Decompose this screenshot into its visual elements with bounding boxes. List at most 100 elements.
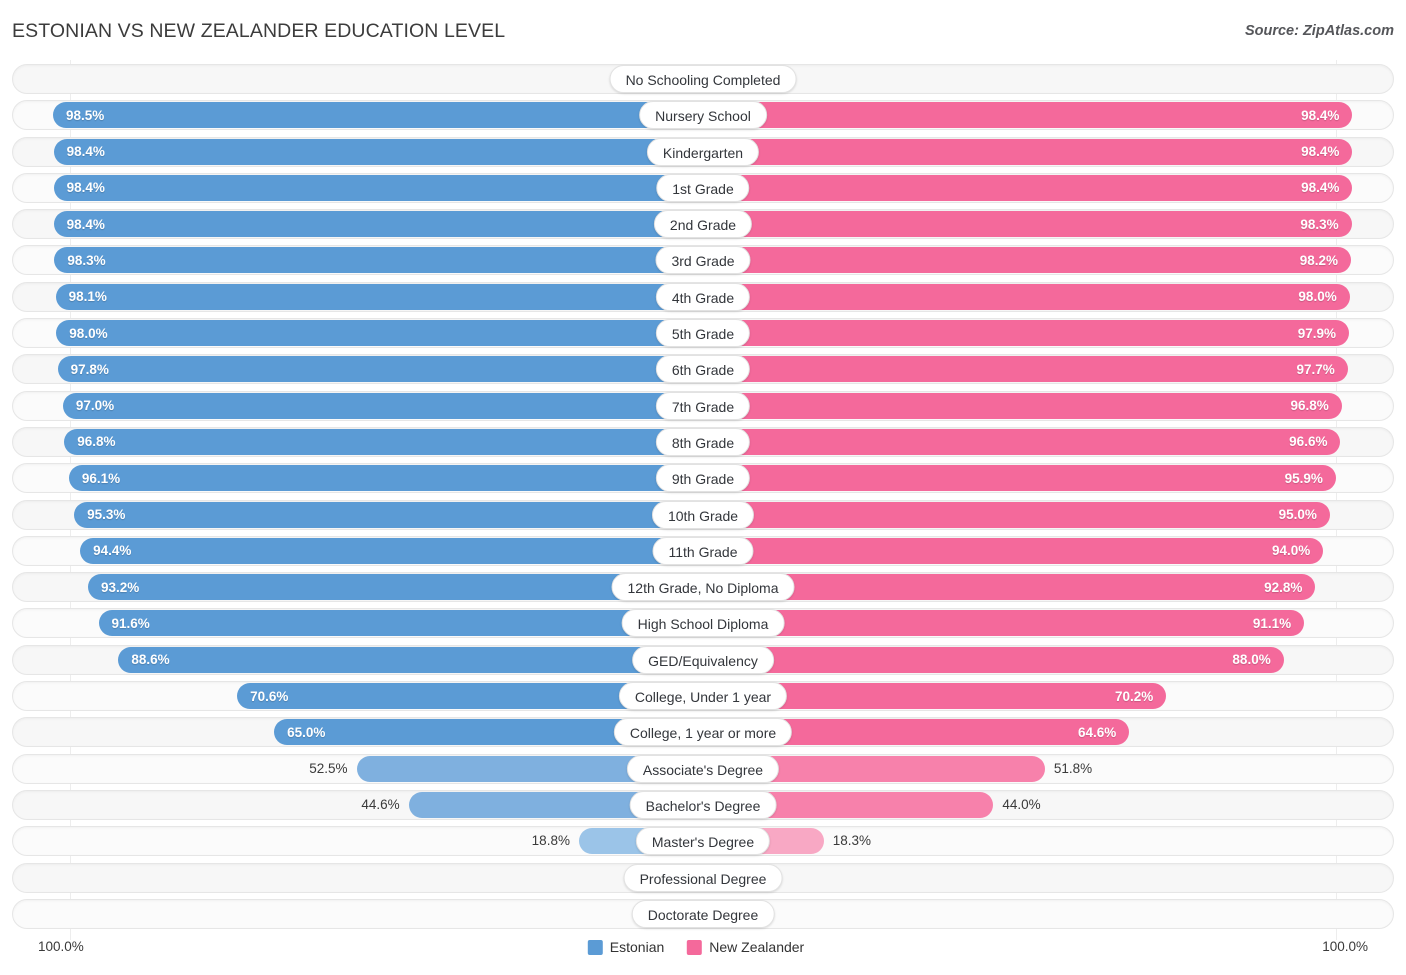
bar-row: 18.8% 18.3% Master's Degree	[12, 826, 1394, 857]
bar-estonian[interactable]: 97.8%	[57, 356, 703, 383]
bar-estonian[interactable]: 91.6%	[98, 610, 703, 637]
category-label: 4th Grade	[655, 282, 751, 311]
bar-half-estonian: 98.0%	[12, 318, 703, 348]
bar-value-new-zealander: 98.3%	[1300, 216, 1339, 232]
bar-half-estonian: 98.1%	[12, 282, 703, 312]
bar-new-zealander[interactable]: 95.0%	[703, 501, 1330, 528]
bar-estonian[interactable]: 96.8%	[64, 428, 703, 455]
chart-header: ESTONIAN VS NEW ZEALANDER EDUCATION LEVE…	[0, 0, 1406, 58]
legend-item[interactable]: New Zealander	[687, 939, 804, 955]
bar-new-zealander[interactable]: 98.3%	[703, 211, 1352, 238]
bar-new-zealander[interactable]: 98.4%	[703, 102, 1353, 129]
bar-half-estonian: 93.2%	[12, 572, 703, 602]
bar-new-zealander[interactable]: 95.9%	[703, 465, 1336, 492]
bar-new-zealander[interactable]: 98.4%	[703, 138, 1353, 165]
legend-swatch-icon	[687, 939, 703, 955]
legend-item[interactable]: Estonian	[587, 939, 664, 955]
bar-half-new-zealander: 88.0%	[703, 645, 1394, 675]
bar-estonian[interactable]: 97.0%	[62, 392, 703, 419]
bar-row: 98.4% 98.3% 2nd Grade	[12, 209, 1394, 240]
category-label: College, 1 year or more	[613, 718, 793, 747]
bar-half-new-zealander: 98.4%	[703, 100, 1394, 130]
bar-half-new-zealander: 98.3%	[703, 209, 1394, 239]
bar-row: 6.0%6.0%Professional Degree	[12, 862, 1394, 893]
bar-new-zealander[interactable]: 97.7%	[703, 356, 1348, 383]
bar-half-new-zealander: 18.3%	[703, 826, 1394, 856]
bar-half-estonian: 52.5%	[12, 754, 703, 784]
bar-estonian[interactable]: 98.0%	[56, 320, 703, 347]
bar-row: 98.0% 97.9% 5th Grade	[12, 318, 1394, 349]
category-label: 2nd Grade	[653, 210, 753, 239]
bar-rows-container: 1.6%1.7%No Schooling Completed 98.5% 98.4%…	[12, 64, 1394, 935]
bar-new-zealander[interactable]: 98.0%	[703, 283, 1350, 310]
bar-row: 65.0% 64.6% College, 1 year or more	[12, 717, 1394, 748]
bar-new-zealander[interactable]: 96.6%	[703, 428, 1341, 455]
bar-half-estonian: 97.8%	[12, 354, 703, 384]
category-label: High School Diploma	[621, 609, 785, 638]
bar-value-estonian: 52.5%	[309, 760, 348, 776]
bar-value-new-zealander: 88.0%	[1232, 652, 1271, 668]
bar-row: 98.1% 98.0% 4th Grade	[12, 281, 1394, 312]
bar-estonian[interactable]: 98.4%	[53, 138, 703, 165]
bar-new-zealander[interactable]: 98.4%	[703, 174, 1353, 201]
bar-row: 98.3% 98.2% 3rd Grade	[12, 245, 1394, 276]
bar-row: 93.2% 92.8% 12th Grade, No Diploma	[12, 572, 1394, 603]
bar-new-zealander[interactable]: 97.9%	[703, 320, 1350, 347]
bar-value-new-zealander: 91.1%	[1252, 615, 1292, 631]
bar-estonian[interactable]: 98.4%	[53, 211, 703, 238]
bar-value-new-zealander: 44.0%	[1002, 796, 1041, 812]
category-label: College, Under 1 year	[618, 682, 788, 711]
bar-value-estonian: 96.1%	[81, 470, 121, 486]
bar-value-new-zealander: 95.0%	[1278, 507, 1317, 523]
bar-estonian[interactable]: 88.6%	[118, 646, 703, 673]
bar-value-estonian: 18.8%	[531, 833, 570, 849]
bar-estonian[interactable]: 98.4%	[53, 174, 703, 201]
bar-row: 95.3% 95.0% 10th Grade	[12, 499, 1394, 530]
bar-row: 1.6%1.7%No Schooling Completed	[12, 64, 1394, 94]
bar-estonian[interactable]: 98.1%	[55, 283, 703, 310]
bar-value-new-zealander: 98.4%	[1301, 107, 1340, 123]
bar-value-estonian: 98.1%	[68, 289, 107, 305]
bar-half-estonian: 65.0%	[12, 717, 703, 747]
bar-value-estonian: 98.4%	[66, 216, 105, 232]
bar-value-estonian: 65.0%	[287, 724, 326, 740]
category-label: No Schooling Completed	[609, 65, 797, 93]
bar-half-new-zealander: 70.2%	[703, 681, 1394, 711]
bar-value-new-zealander: 96.8%	[1290, 398, 1329, 414]
bar-row: 97.0% 96.8% 7th Grade	[12, 390, 1394, 421]
bar-row: 88.6% 88.0% GED/Equivalency	[12, 644, 1394, 675]
category-label: 9th Grade	[655, 464, 751, 493]
bar-new-zealander[interactable]: 92.8%	[703, 574, 1316, 601]
bar-value-new-zealander: 98.4%	[1301, 144, 1340, 160]
bar-row: 97.8% 97.7% 6th Grade	[12, 354, 1394, 385]
bar-half-new-zealander: 92.8%	[703, 572, 1394, 602]
bar-new-zealander[interactable]: 88.0%	[703, 646, 1284, 673]
bar-new-zealander[interactable]: 91.1%	[703, 610, 1305, 637]
page-title: ESTONIAN VS NEW ZEALANDER EDUCATION LEVE…	[12, 20, 506, 42]
bar-estonian[interactable]: 94.4%	[80, 537, 703, 564]
bar-estonian[interactable]: 98.5%	[53, 102, 703, 129]
bar-value-estonian: 93.2%	[100, 579, 140, 595]
bar-new-zealander[interactable]: 94.0%	[703, 537, 1324, 564]
bar-half-estonian: 88.6%	[12, 645, 703, 675]
bar-estonian[interactable]: 95.3%	[74, 501, 703, 528]
bar-value-estonian: 91.6%	[111, 615, 150, 631]
bar-estonian[interactable]: 98.3%	[54, 247, 703, 274]
bar-value-new-zealander: 98.2%	[1299, 252, 1339, 268]
bar-new-zealander[interactable]: 98.2%	[703, 247, 1352, 274]
category-label: Doctorate Degree	[631, 899, 775, 928]
bar-value-new-zealander: 51.8%	[1053, 760, 1093, 776]
bar-half-new-zealander: 44.0%	[703, 790, 1394, 820]
bar-value-estonian: 96.8%	[77, 434, 116, 450]
bar-half-estonian: 98.4%	[12, 173, 703, 203]
bar-new-zealander[interactable]: 96.8%	[703, 392, 1342, 419]
bar-value-estonian: 98.5%	[66, 107, 105, 123]
bar-value-new-zealander: 97.9%	[1297, 325, 1337, 341]
axis-label-right: 100.0%	[1322, 939, 1368, 954]
bar-half-estonian: 18.8%	[12, 826, 703, 856]
chart-page: ESTONIAN VS NEW ZEALANDER EDUCATION LEVE…	[0, 0, 1406, 975]
bar-estonian[interactable]: 96.1%	[68, 465, 703, 492]
bar-value-new-zealander: 95.9%	[1284, 470, 1323, 486]
category-label: Kindergarten	[646, 137, 760, 166]
bar-row: 44.6% 44.0% Bachelor's Degree	[12, 789, 1394, 820]
